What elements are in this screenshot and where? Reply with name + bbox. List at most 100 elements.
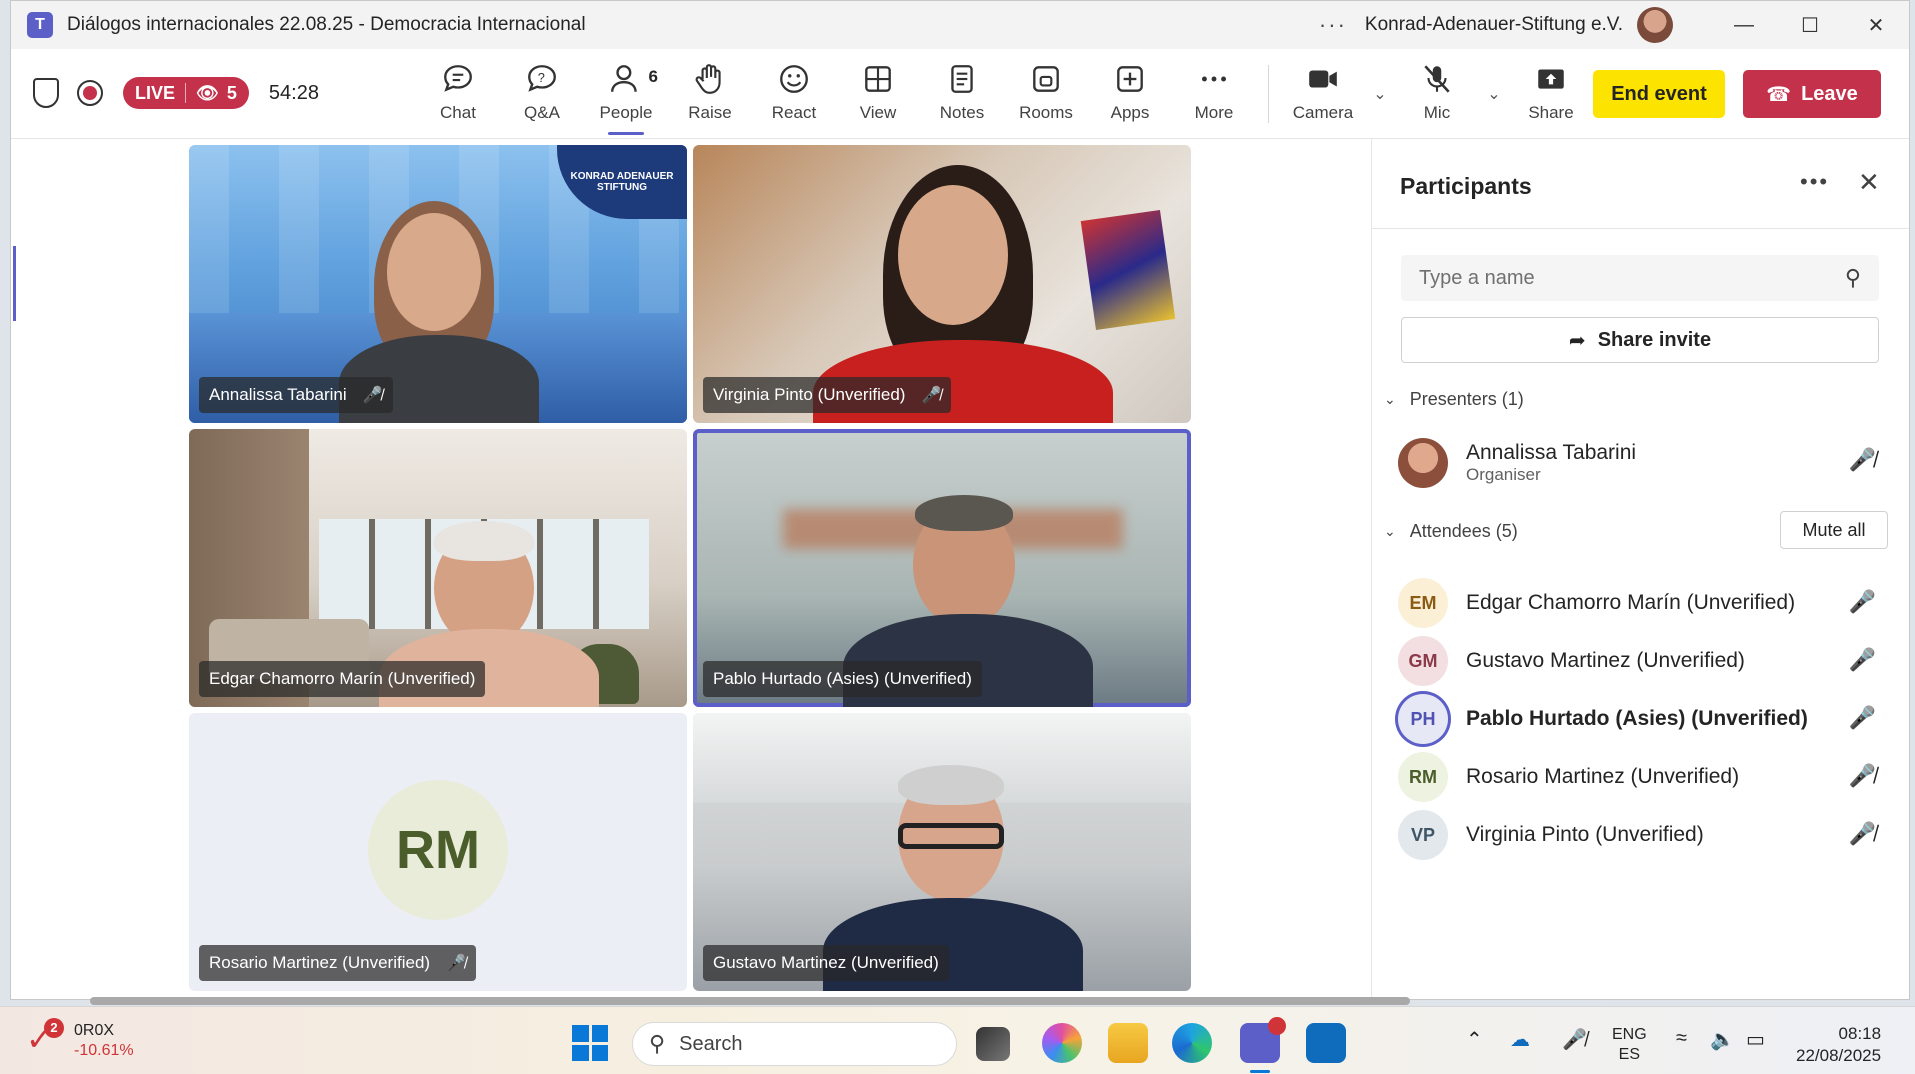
shield-icon[interactable] [33,78,59,108]
organization-name[interactable]: Konrad-Adenauer-Stiftung e.V. [1365,14,1623,36]
mic-icon[interactable]: 🎤 [1849,647,1876,673]
raise-hand-button[interactable]: Raise [668,59,752,129]
more-button[interactable]: More [1172,59,1256,129]
toolbar-divider [1268,65,1269,123]
attendees-section-header[interactable]: ⌄ Attendees (5) [1384,521,1518,542]
outlook-icon[interactable] [1306,1023,1346,1063]
avatar [1398,438,1448,488]
more-options-icon[interactable]: ··· [1319,12,1347,38]
title-bar: T Diálogos internacionales 22.08.25 - De… [11,1,1909,49]
people-count: 6 [648,67,658,86]
participant-search-input[interactable]: Type a name ⚲ [1401,255,1879,301]
rosario-avatar: RM [368,780,508,920]
video-tile-rosario[interactable]: RM Rosario Martinez (Unverified) 🎤̸ [189,713,687,991]
attendee-row[interactable]: PH Pablo Hurtado (Asies) (Unverified) 🎤 [1398,691,1888,747]
taskbar-search[interactable]: ⚲ Search [632,1022,957,1066]
presenters-section-header[interactable]: ⌄ Presenters (1) [1384,389,1524,410]
participant-name: Rosario Martinez (Unverified) [1466,765,1740,788]
leave-button[interactable]: ☎ Leave [1743,70,1881,118]
qa-button[interactable]: ? Q&A [500,59,584,129]
mic-icon[interactable]: 🎤 [1849,589,1876,615]
mic-off-icon[interactable]: 🎤̸ [1849,763,1876,789]
close-window-icon[interactable]: ✕ [1843,1,1909,49]
attendee-row[interactable]: EM Edgar Chamorro Marín (Unverified) 🎤 [1398,575,1888,631]
rooms-icon [1029,59,1063,99]
viewers-count: 5 [226,82,237,103]
video-name-tag: Annalissa Tabarini 🎤̸ [199,377,393,413]
apps-button[interactable]: Apps [1088,59,1172,129]
camera-button[interactable]: Camera [1281,59,1365,129]
attendee-row[interactable]: RM Rosario Martinez (Unverified) 🎤̸ [1398,749,1888,805]
avatar: VP [1398,810,1448,860]
stock-symbol: 0R0X [74,1022,115,1039]
end-event-button[interactable]: End event [1593,70,1725,118]
panel-close-icon[interactable]: ✕ [1858,167,1880,198]
video-name-tag: Gustavo Martinez (Unverified) [703,945,949,981]
react-button[interactable]: React [752,59,836,129]
volume-icon[interactable]: 🔈 [1710,1027,1735,1052]
teams-taskbar-icon[interactable] [1240,1017,1286,1073]
video-tile-virginia[interactable]: Virginia Pinto (Unverified) 🎤̸ [693,145,1191,423]
notes-button[interactable]: Notes [920,59,1004,129]
search-placeholder: Type a name [1419,266,1535,289]
file-explorer-icon[interactable] [1108,1023,1148,1063]
hand-icon [693,59,727,99]
chevron-up-icon[interactable]: ⌃ [1466,1027,1483,1052]
svg-text:?: ? [538,70,545,85]
mute-all-button[interactable]: Mute all [1780,511,1888,549]
maximize-icon[interactable]: ☐ [1777,1,1843,49]
video-tile-edgar[interactable]: Edgar Chamorro Marín (Unverified) [189,429,687,707]
panel-more-icon[interactable]: ••• [1800,169,1829,195]
mic-muted-tray-icon[interactable]: 🎤̸ [1562,1027,1587,1052]
mic-off-icon[interactable]: 🎤̸ [1849,447,1876,473]
mic-off-icon: 🎤̸ [362,387,383,404]
user-avatar[interactable] [1637,7,1673,43]
video-tile-gustavo[interactable]: Gustavo Martinez (Unverified) [693,713,1191,991]
chat-button[interactable]: Chat [416,59,500,129]
language-indicator[interactable]: ENG ES [1612,1025,1647,1065]
wifi-icon[interactable]: ≈ [1676,1027,1687,1050]
search-icon[interactable]: ⚲ [1845,265,1861,291]
rooms-button[interactable]: Rooms [1004,59,1088,129]
stock-widget[interactable]: ✓ 2 0R0X -10.61% [26,1018,134,1061]
participant-name: Annalissa Tabarini [1466,441,1637,464]
video-tile-annalissa[interactable]: KONRAD ADENAUER STIFTUNG Annalissa Tabar… [189,145,687,423]
copilot-icon[interactable] [1042,1023,1082,1063]
view-button[interactable]: View [836,59,920,129]
mic-button[interactable]: Mic [1395,59,1479,129]
ellipsis-icon [1197,59,1231,99]
video-name-tag: Pablo Hurtado (Asies) (Unverified) [703,661,982,697]
grid-icon [861,59,895,99]
smiley-icon [777,59,811,99]
share-button[interactable]: Share [1509,59,1593,129]
share-invite-button[interactable]: ➦ Share invite [1401,317,1879,363]
meeting-toolbar: LIVE 👁 5 54:28 Chat ? Q&A 6 People Raise… [11,49,1909,139]
mic-off-icon[interactable]: 🎤̸ [1849,821,1876,847]
recording-icon[interactable] [77,80,103,106]
leave-label: Leave [1801,82,1858,105]
participant-name: Edgar Chamorro Marín (Unverified) [1466,591,1796,614]
battery-icon[interactable]: ▭ [1746,1027,1765,1052]
attendee-row[interactable]: GM Gustavo Martinez (Unverified) 🎤 [1398,633,1888,689]
camera-options-chevron-icon[interactable]: ⌄ [1365,59,1395,129]
edge-browser-icon[interactable] [1172,1023,1212,1063]
mic-options-chevron-icon[interactable]: ⌄ [1479,59,1509,129]
attendee-row[interactable]: VP Virginia Pinto (Unverified) 🎤̸ [1398,807,1888,863]
live-label: LIVE [135,82,176,103]
onedrive-cloud-icon[interactable]: ☁ [1510,1027,1530,1052]
task-view-icon[interactable] [976,1027,1010,1061]
teams-icon: T [27,12,53,38]
teams-window: T Diálogos internacionales 22.08.25 - De… [10,0,1910,1000]
mic-off-icon: 🎤̸ [921,387,942,404]
mic-icon[interactable]: 🎤 [1849,705,1876,731]
presenter-row[interactable]: Annalissa Tabarini Organiser 🎤̸ [1398,433,1888,493]
stage-horizontal-scrollbar[interactable] [90,997,1410,1005]
windows-start-icon[interactable] [572,1025,608,1061]
minimize-icon[interactable]: — [1711,1,1777,49]
system-clock[interactable]: 08:18 22/08/2025 [1796,1023,1881,1067]
people-button[interactable]: 6 People [584,59,668,135]
focus-indicator [13,246,16,321]
video-tile-pablo[interactable]: Pablo Hurtado (Asies) (Unverified) [693,429,1191,707]
stock-down-icon: ✓ 2 [26,1018,64,1058]
live-badge[interactable]: LIVE 👁 5 [123,77,249,109]
